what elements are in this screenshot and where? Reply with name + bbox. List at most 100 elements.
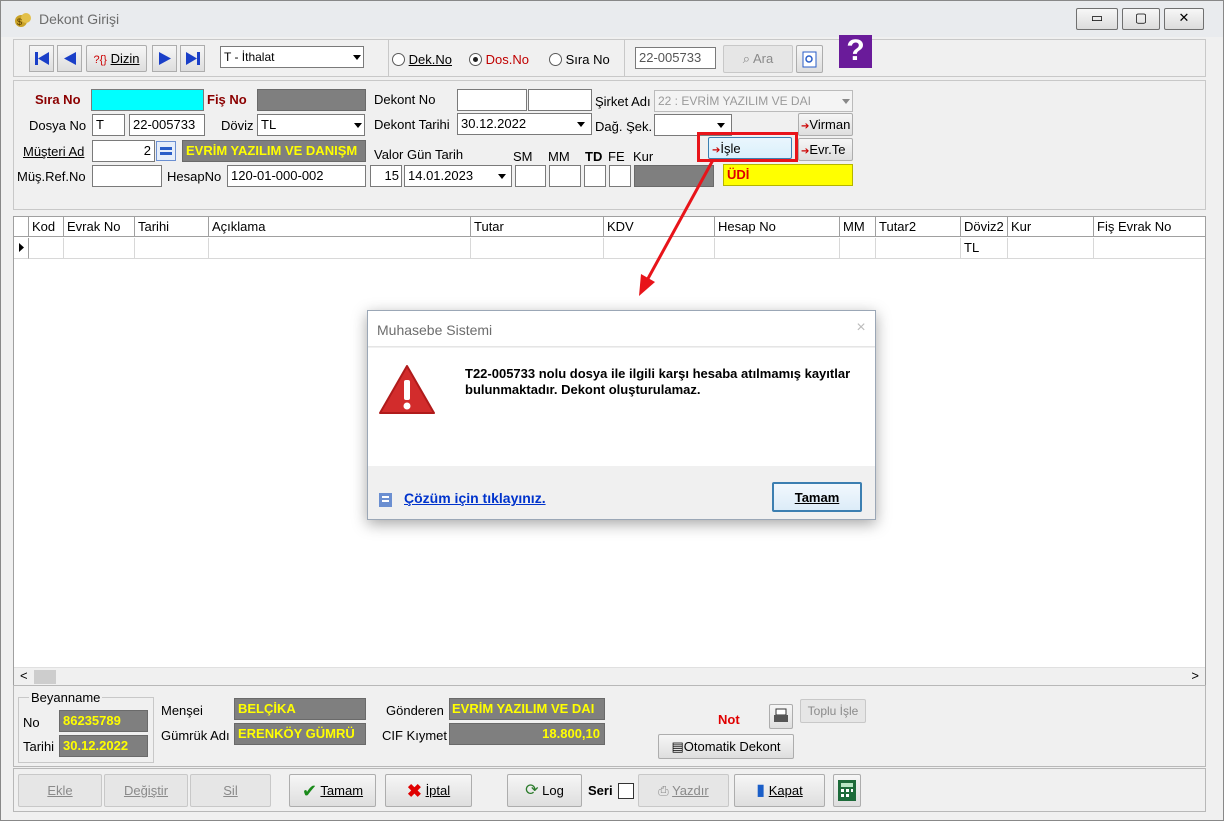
gonderen-label: Gönderen bbox=[386, 703, 444, 718]
musteri-name-field: EVRİM YAZILIM VE DANIŞM bbox=[182, 140, 366, 162]
dag-sek-label: Dağ. Şek. bbox=[595, 119, 653, 134]
ara-button[interactable]: ⌕ Ara bbox=[723, 45, 793, 73]
scrollbar-thumb[interactable] bbox=[34, 670, 56, 684]
help-icon[interactable]: ? bbox=[839, 35, 872, 68]
dosya-no-field[interactable]: 22-005733 bbox=[129, 114, 205, 136]
iptal-button[interactable]: ✖ İptal bbox=[385, 774, 472, 807]
dialog-ok-button[interactable]: Tamam bbox=[772, 482, 862, 512]
kapat-button[interactable]: ▮ Kapat bbox=[734, 774, 825, 807]
col-tutar[interactable]: Tutar bbox=[471, 217, 604, 237]
close-button[interactable]: ✕ bbox=[1164, 8, 1204, 30]
cell-evrak-no[interactable] bbox=[64, 238, 135, 259]
search-icon: ⌕ bbox=[742, 51, 751, 66]
horizontal-scrollbar[interactable]: < > bbox=[14, 667, 1205, 685]
grid-corner bbox=[14, 217, 29, 237]
col-aciklama[interactable]: Açıklama bbox=[209, 217, 471, 237]
col-kur[interactable]: Kur bbox=[1008, 217, 1094, 237]
customer-lookup-icon[interactable] bbox=[156, 141, 176, 161]
printer-icon bbox=[774, 708, 788, 722]
kapat-label: Kapat bbox=[768, 783, 803, 798]
fe-field[interactable] bbox=[609, 165, 631, 187]
td-field[interactable] bbox=[584, 165, 606, 187]
first-record-button[interactable] bbox=[29, 45, 54, 72]
col-doviz2[interactable]: Döviz2 bbox=[961, 217, 1008, 237]
dialog-close-icon[interactable]: × bbox=[850, 319, 872, 339]
last-record-button[interactable] bbox=[180, 45, 205, 72]
radio-sira-no[interactable]: Sıra No bbox=[549, 52, 610, 67]
cell-mm[interactable] bbox=[840, 238, 876, 259]
cell-hesap-no[interactable] bbox=[715, 238, 840, 259]
col-tarihi[interactable]: Tarihi bbox=[135, 217, 209, 237]
chevron-down-icon bbox=[354, 123, 362, 128]
virman-label: Virman bbox=[809, 117, 851, 132]
col-kod[interactable]: Kod bbox=[29, 217, 64, 237]
dosya-prefix-field[interactable]: T bbox=[92, 114, 125, 136]
next-record-button[interactable] bbox=[152, 45, 177, 72]
valor-gun-field[interactable]: 15 bbox=[370, 165, 402, 187]
log-label: Log bbox=[542, 783, 564, 798]
sira-no-field[interactable] bbox=[91, 89, 204, 111]
cell-doviz2[interactable]: TL bbox=[961, 238, 1008, 259]
cell-kur[interactable] bbox=[1008, 238, 1094, 259]
scroll-left-icon[interactable]: < bbox=[20, 668, 28, 683]
virman-button[interactable]: ➔Virman bbox=[798, 113, 853, 136]
evrak-button[interactable]: ➔Evr.Te bbox=[798, 138, 853, 161]
radio-dek-no[interactable]: Dek.No bbox=[392, 52, 452, 67]
cell-aciklama[interactable] bbox=[209, 238, 471, 259]
musteri-no-field[interactable]: 2 bbox=[92, 140, 155, 162]
mm-field[interactable] bbox=[549, 165, 581, 187]
dialog-ok-label: Tamam bbox=[794, 490, 840, 505]
warning-icon bbox=[379, 365, 435, 414]
seri-checkbox[interactable] bbox=[618, 783, 634, 799]
dizin-button[interactable]: ?{} Dizin bbox=[86, 45, 147, 72]
help-link[interactable]: Çözüm için tıklayınız. bbox=[404, 490, 546, 506]
cell-tutar[interactable] bbox=[471, 238, 604, 259]
col-hesap-no[interactable]: Hesap No bbox=[715, 217, 840, 237]
print-note-button[interactable] bbox=[769, 704, 793, 729]
sil-button[interactable]: Sil bbox=[190, 774, 271, 807]
beyanname-no-label: No bbox=[23, 715, 40, 730]
valor-tarih-field[interactable]: 14.01.2023 bbox=[404, 165, 512, 187]
degistir-button[interactable]: Değiştir bbox=[104, 774, 188, 807]
mus-ref-field[interactable] bbox=[92, 165, 162, 187]
sm-field[interactable] bbox=[515, 165, 546, 187]
svg-text:$: $ bbox=[17, 17, 22, 27]
minimize-button[interactable]: ▭ bbox=[1076, 8, 1118, 30]
col-fis-evrak-no[interactable]: Fiş Evrak No bbox=[1094, 217, 1205, 237]
hesap-no-field[interactable]: 120-01-000-002 bbox=[227, 165, 366, 187]
td-label: TD bbox=[585, 149, 603, 164]
type-select[interactable]: T - İthalat bbox=[220, 46, 364, 68]
ekle-button[interactable]: Ekle bbox=[18, 774, 102, 807]
row-indicator[interactable] bbox=[14, 238, 29, 259]
dekont-no-field-2[interactable] bbox=[528, 89, 592, 111]
maximize-button[interactable]: ▢ bbox=[1122, 8, 1160, 30]
cell-kod[interactable] bbox=[29, 238, 64, 259]
otomatik-dekont-button[interactable]: ▤Otomatik Dekont bbox=[658, 734, 794, 759]
col-mm[interactable]: MM bbox=[840, 217, 876, 237]
calculator-button[interactable] bbox=[833, 774, 861, 807]
log-button[interactable]: ⟳ Log bbox=[507, 774, 582, 807]
previous-record-button[interactable] bbox=[57, 45, 82, 72]
col-evrak-no[interactable]: Evrak No bbox=[64, 217, 135, 237]
tamam-label: Tamam bbox=[320, 783, 364, 798]
doviz-select[interactable]: TL bbox=[257, 114, 365, 136]
tamam-button[interactable]: ✔ Tamam bbox=[289, 774, 376, 807]
col-tutar2[interactable]: Tutar2 bbox=[876, 217, 961, 237]
scroll-right-icon[interactable]: > bbox=[1191, 668, 1199, 683]
cell-fis-evrak-no[interactable] bbox=[1094, 238, 1205, 259]
previous-icon bbox=[64, 52, 76, 65]
sirket-select[interactable]: 22 : EVRİM YAZILIM VE DAI bbox=[654, 90, 853, 112]
cell-tarihi[interactable] bbox=[135, 238, 209, 259]
toplu-isle-button[interactable]: Toplu İşle bbox=[800, 699, 866, 723]
fis-no-label: Fiş No bbox=[207, 92, 247, 107]
yazdir-label: Yazdır bbox=[672, 783, 709, 798]
search-input[interactable]: 22-005733 bbox=[635, 47, 716, 69]
dekont-no-field-1[interactable] bbox=[457, 89, 527, 111]
cell-tutar2[interactable] bbox=[876, 238, 961, 259]
radio-dos-no[interactable]: Dos.No bbox=[469, 52, 529, 67]
dekont-tarihi-field[interactable]: 30.12.2022 bbox=[457, 113, 592, 135]
yazdir-button[interactable]: ⎙ Yazdır bbox=[638, 774, 729, 807]
ara-label: Ara bbox=[752, 51, 774, 66]
search-detail-button[interactable] bbox=[796, 45, 823, 73]
doviz-value: TL bbox=[261, 117, 277, 132]
